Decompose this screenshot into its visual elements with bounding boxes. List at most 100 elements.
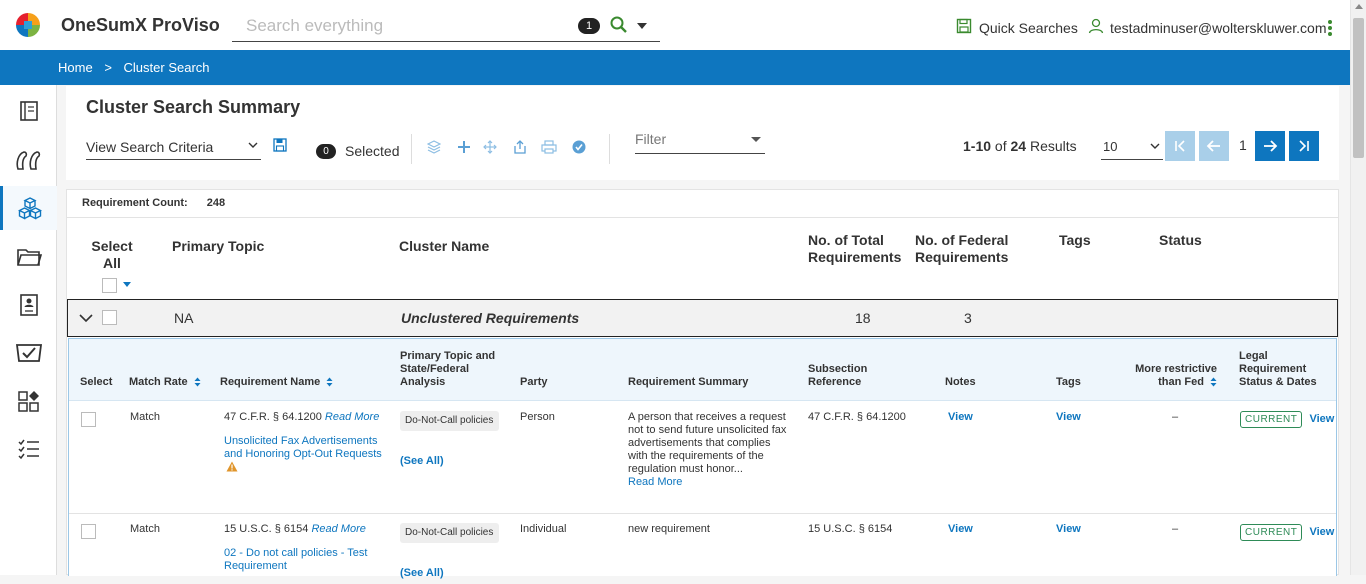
- notes-view-link[interactable]: View: [948, 411, 973, 424]
- save-criteria-icon[interactable]: [273, 138, 287, 152]
- current-page-number: 1: [1239, 137, 1247, 153]
- search-icon[interactable]: [610, 16, 628, 39]
- col-notes: Notes: [945, 376, 976, 388]
- select-all-caret-icon[interactable]: [123, 282, 131, 287]
- add-icon[interactable]: [457, 140, 471, 154]
- search-options-caret-icon[interactable]: [637, 23, 647, 29]
- more-options-icon[interactable]: [1328, 20, 1333, 36]
- col-more-restrictive[interactable]: More restrictive than Fed: [1129, 363, 1217, 389]
- warning-icon: [226, 461, 238, 472]
- requirement-name-link[interactable]: 02 - Do not call policies - Test Require…: [224, 547, 384, 573]
- nav-cluster-search[interactable]: [0, 186, 57, 230]
- col-party: Party: [520, 376, 548, 388]
- results-panel: Requirement Count: 248 Select All Primar…: [66, 189, 1339, 579]
- row-checkbox[interactable]: [81, 412, 96, 427]
- federal-requirements-header[interactable]: No. of Federal Requirements: [915, 232, 1015, 266]
- move-icon[interactable]: [483, 140, 497, 154]
- requirement-count-label: Requirement Count:: [82, 197, 188, 209]
- approve-check-icon[interactable]: [572, 140, 586, 154]
- nav-assignments[interactable]: [0, 283, 57, 327]
- nav-checklist[interactable]: [0, 427, 57, 471]
- status-view-link[interactable]: View: [1309, 413, 1334, 425]
- topic-pill: Do-Not-Call policies: [400, 411, 499, 431]
- sort-icon: [326, 377, 333, 387]
- select-all-checkbox[interactable]: [102, 278, 117, 293]
- next-page-button[interactable]: [1255, 131, 1285, 161]
- filter-dropdown[interactable]: Filter: [635, 128, 765, 154]
- read-more-link[interactable]: Read More: [325, 411, 379, 423]
- print-icon[interactable]: [541, 140, 557, 154]
- col-requirement-name[interactable]: Requirement Name: [220, 376, 333, 389]
- requirement-citation: 47 C.F.R. § 64.1200 Read More: [224, 411, 389, 424]
- folder-icon: [16, 249, 42, 266]
- tags-view-link[interactable]: View: [1056, 411, 1081, 424]
- cluster-name-header[interactable]: Cluster Name: [399, 238, 489, 255]
- col-tags: Tags: [1056, 376, 1081, 388]
- summary-header: Cluster Search Summary View Search Crite…: [66, 86, 1339, 180]
- view-search-criteria-dropdown[interactable]: View Search Criteria: [86, 136, 261, 160]
- col-requirement-summary: Requirement Summary: [628, 376, 749, 388]
- side-nav: [0, 85, 57, 575]
- first-page-button[interactable]: [1165, 131, 1195, 161]
- user-menu[interactable]: testadminuser@wolterskluwer.com: [1088, 18, 1327, 37]
- match-rate-label: Match Rate: [129, 376, 188, 388]
- selected-label: Selected: [345, 143, 400, 159]
- cluster-group-row[interactable]: NA Unclustered Requirements 18 3: [67, 299, 1338, 337]
- nav-tasks[interactable]: [0, 331, 57, 375]
- cluster-checkbox[interactable]: [102, 310, 117, 325]
- save-disk-icon: [956, 18, 972, 37]
- select-all-header: Select All: [91, 238, 133, 271]
- divider: [67, 217, 1338, 218]
- status-badge: CURRENT: [1240, 524, 1303, 541]
- status-cell: CURRENT View: [1240, 524, 1334, 541]
- app-title: OneSumX ProViso: [61, 15, 220, 35]
- filter-placeholder: Filter: [635, 131, 667, 147]
- grid-shapes-icon: [17, 391, 39, 412]
- collapse-chevron-icon[interactable]: [78, 312, 94, 324]
- search-count-badge: 1: [578, 18, 600, 34]
- quick-searches-label: Quick Searches: [979, 19, 1078, 36]
- requirement-summary: new requirement: [628, 523, 710, 535]
- quick-searches-button[interactable]: Quick Searches: [956, 18, 1078, 37]
- scrollbar-thumb[interactable]: [1353, 18, 1364, 158]
- results-range: 1-10: [963, 138, 992, 154]
- page-size-select[interactable]: 10: [1101, 134, 1163, 160]
- nav-dashboard[interactable]: [0, 379, 57, 423]
- notes-view-link[interactable]: View: [948, 523, 973, 536]
- see-all-link[interactable]: (See All): [400, 455, 444, 468]
- col-match-rate[interactable]: Match Rate: [129, 376, 201, 389]
- tags-view-link[interactable]: View: [1056, 523, 1081, 536]
- nav-folders[interactable]: [0, 235, 57, 279]
- status-view-link[interactable]: View: [1309, 526, 1334, 538]
- status-cell: CURRENT View: [1240, 411, 1334, 428]
- scroll-up-icon[interactable]: [1355, 4, 1363, 9]
- row-checkbox[interactable]: [81, 524, 96, 539]
- col-primary-topic: Primary Topic and State/Federal Analysis: [400, 350, 496, 388]
- summary-read-more-link[interactable]: Read More: [628, 476, 682, 488]
- document-icon: [19, 101, 38, 121]
- nav-documents[interactable]: [0, 89, 57, 133]
- more-restrictive-label: More restrictive than Fed: [1135, 363, 1217, 388]
- read-more-link[interactable]: Read More: [311, 523, 365, 535]
- party: Person: [520, 411, 555, 423]
- export-icon[interactable]: [513, 140, 527, 154]
- user-email: testadminuser@wolterskluwer.com: [1110, 19, 1327, 36]
- requirement-name-text: Unsolicited Fax Advertisements and Honor…: [224, 435, 382, 460]
- app-logo[interactable]: [16, 13, 40, 37]
- total-requirements-header[interactable]: No. of Total Requirements: [808, 232, 908, 266]
- see-all-link[interactable]: (See All): [400, 567, 444, 580]
- page-scrollbar[interactable]: [1350, 0, 1366, 575]
- previous-page-button[interactable]: [1199, 131, 1229, 161]
- cluster-primary-topic: NA: [174, 310, 194, 326]
- search-input[interactable]: [246, 16, 566, 36]
- nav-quotes[interactable]: [0, 138, 57, 182]
- requirements-table-header: Select Match Rate Requirement Name Prima…: [69, 339, 1336, 401]
- primary-topic-header[interactable]: Primary Topic: [172, 238, 264, 255]
- selected-count-badge: 0: [316, 144, 336, 159]
- breadcrumb-home[interactable]: Home: [58, 60, 93, 75]
- requirement-name-link[interactable]: Unsolicited Fax Advertisements and Honor…: [224, 435, 389, 475]
- last-page-button[interactable]: [1289, 131, 1319, 161]
- citation-text: 15 U.S.C. § 6154: [224, 523, 309, 535]
- layers-icon[interactable]: [427, 140, 441, 154]
- requirements-table: Select Match Rate Requirement Name Prima…: [68, 338, 1337, 579]
